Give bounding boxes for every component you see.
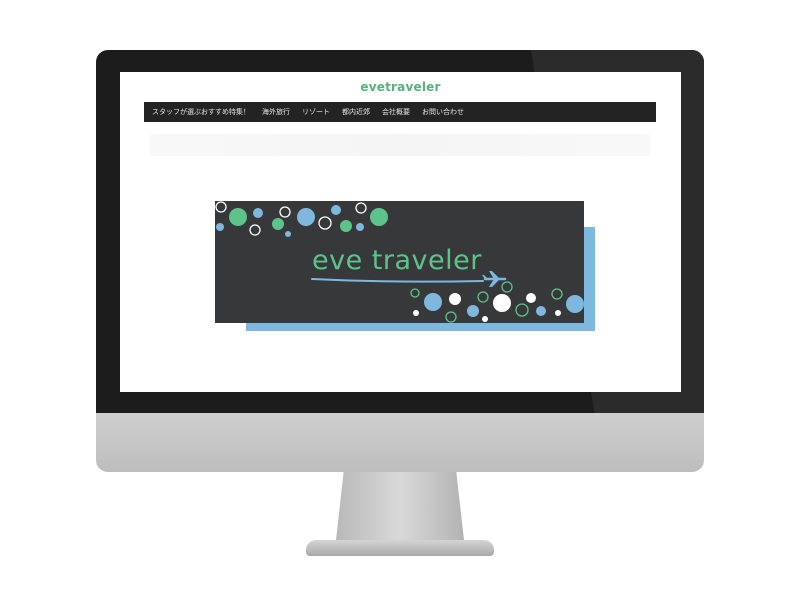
monitor-chin	[96, 413, 704, 472]
nav-item-tokyo-suburbs[interactable]: 都内近郊	[342, 107, 370, 117]
nav-item-company-overview[interactable]: 会社概要	[382, 107, 410, 117]
airplane-icon	[482, 271, 507, 287]
nav-item-contact[interactable]: お問い合わせ	[422, 107, 464, 117]
monitor-stand	[336, 472, 464, 540]
banner-title: eve traveler	[312, 245, 482, 276]
monitor-stand-base	[306, 540, 494, 556]
main-nav: スタッフが選ぶおすすめ特集！ 海外旅行 リゾート 都内近郊 会社概要 お問い合わ…	[144, 102, 656, 122]
website-screen: evetraveler スタッフが選ぶおすすめ特集！ 海外旅行 リゾート 都内近…	[120, 72, 681, 392]
hero-fade-area	[150, 134, 650, 156]
nav-item-staff-picks[interactable]: スタッフが選ぶおすすめ特集！	[152, 107, 250, 117]
site-logo[interactable]: evetraveler	[120, 80, 681, 94]
nav-item-overseas-travel[interactable]: 海外旅行	[262, 107, 290, 117]
nav-item-resort[interactable]: リゾート	[302, 107, 330, 117]
hero-banner[interactable]: eve traveler	[215, 201, 584, 323]
imac-monitor: evetraveler スタッフが選ぶおすすめ特集！ 海外旅行 リゾート 都内近…	[0, 0, 800, 600]
